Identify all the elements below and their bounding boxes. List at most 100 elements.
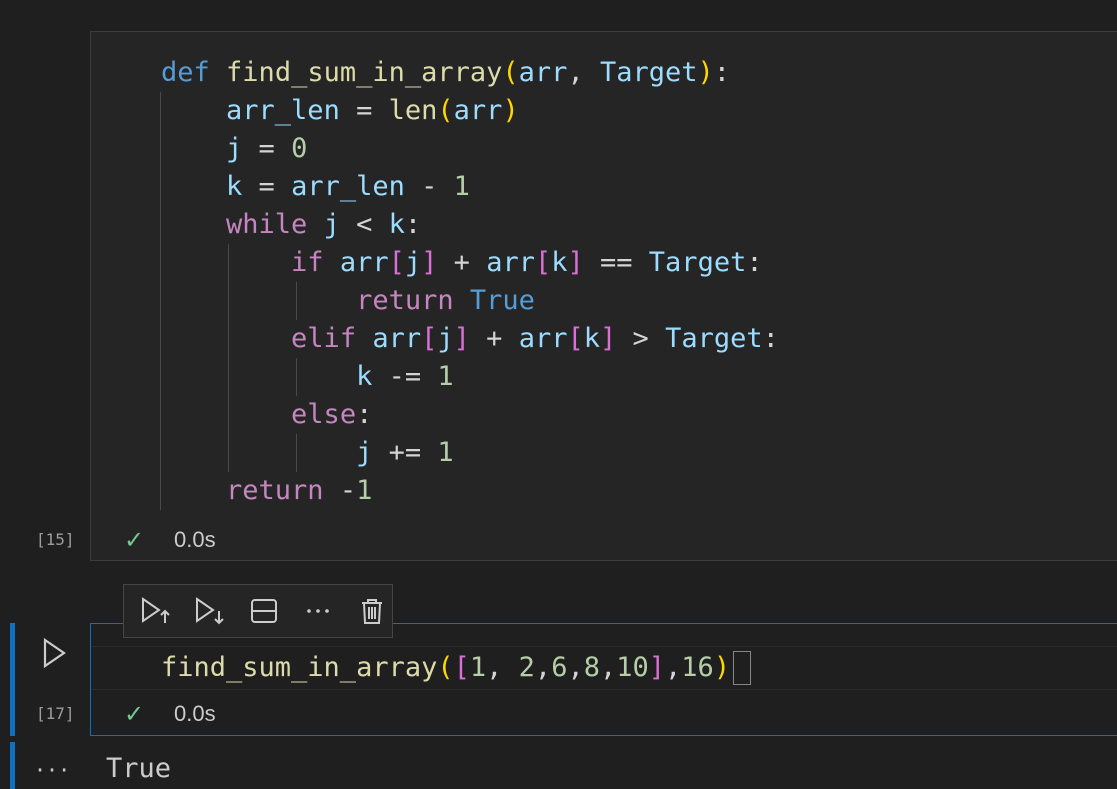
code-token: else: [291, 399, 357, 430]
code-token: k: [226, 171, 243, 202]
code-token: =: [339, 95, 389, 126]
code-token: 1: [469, 652, 487, 683]
code-token: 1: [453, 171, 470, 202]
code-token: ,: [599, 652, 617, 683]
code-token: find_sum_in_array: [161, 652, 438, 683]
code-token: +=: [372, 437, 438, 468]
code-token: len: [388, 95, 438, 126]
success-check-icon: ✓: [124, 526, 145, 554]
cell-toolbar: [123, 584, 393, 638]
code-token: while: [226, 209, 308, 240]
execution-count: [17]: [36, 704, 75, 723]
code-token: find_sum_in_array: [226, 57, 503, 88]
code-token: ): [502, 95, 519, 126]
success-check-icon: ✓: [124, 700, 145, 728]
code-token: def: [161, 57, 210, 88]
code-token: ,: [665, 652, 682, 683]
code-token: 8: [583, 652, 600, 683]
code-token: 0: [291, 133, 308, 164]
code-token: j: [356, 437, 373, 468]
code-line: arr_len = len(arr): [161, 92, 779, 130]
code-token: 1: [356, 475, 373, 506]
code-token: k: [388, 209, 405, 240]
cell-output: True: [106, 753, 172, 784]
code-token: j: [437, 323, 454, 354]
code-cell-1[interactable]: def find_sum_in_array(arr, Target): arr_…: [90, 31, 1117, 561]
code-token: +: [469, 323, 519, 354]
code-token: ): [713, 652, 731, 683]
code-token: (: [437, 95, 454, 126]
delete-icon[interactable]: [352, 591, 392, 631]
code-token: [: [421, 323, 438, 354]
output-more-icon[interactable]: ···: [34, 758, 70, 782]
code-token: (: [437, 652, 454, 683]
code-token: ,: [534, 652, 552, 683]
code-token: 1: [437, 361, 454, 392]
bracket-match-highlight: [733, 651, 751, 685]
run-cell-button[interactable]: [40, 636, 70, 670]
code-token: Target: [665, 323, 763, 354]
code-token: k: [551, 247, 568, 278]
code-line: else:: [161, 396, 779, 434]
code-token: ]: [567, 247, 584, 278]
code-token: [: [534, 247, 552, 278]
code-line: j += 1: [161, 434, 779, 472]
code-token: :: [356, 399, 373, 430]
code-token: True: [469, 285, 535, 316]
execution-time: 0.0s: [174, 701, 216, 726]
code-token: ,: [486, 652, 519, 683]
code-token: arr: [339, 247, 389, 278]
execute-below-icon[interactable]: [190, 591, 230, 631]
code-token: j: [323, 209, 340, 240]
code-editor[interactable]: def find_sum_in_array(arr, Target): arr_…: [161, 54, 779, 510]
code-token: j: [404, 247, 422, 278]
code-token: k: [356, 361, 373, 392]
code-token: return: [226, 475, 324, 506]
code-token: 1: [437, 437, 454, 468]
code-token: if: [291, 247, 324, 278]
code-token: arr: [453, 95, 503, 126]
code-token: <: [339, 209, 389, 240]
split-cell-icon[interactable]: [244, 591, 284, 631]
more-icon[interactable]: [298, 591, 338, 631]
code-token: -=: [372, 361, 438, 392]
code-token: ]: [421, 247, 438, 278]
code-token: ]: [453, 323, 470, 354]
code-line: elif arr[j] + arr[k] > Target:: [161, 320, 779, 358]
code-line: find_sum_in_array([1, 2,6,8,10],16): [161, 649, 730, 687]
code-token: ): [697, 57, 714, 88]
code-token: 6: [551, 652, 568, 683]
execute-above-icon[interactable]: [136, 591, 176, 631]
code-token: -: [323, 475, 357, 506]
code-line: def find_sum_in_array(arr, Target):: [161, 54, 779, 92]
code-token: 16: [681, 652, 714, 683]
code-token: [: [567, 323, 584, 354]
execution-time: 0.0s: [174, 527, 216, 552]
code-token: k: [583, 323, 601, 354]
code-token: [: [388, 247, 405, 278]
output-indicator: [10, 742, 15, 789]
code-line: return True: [161, 282, 779, 320]
code-line: while j < k:: [161, 206, 779, 244]
code-token: -: [404, 171, 454, 202]
code-cell-2[interactable]: find_sum_in_array([1, 2,6,8,10],16): [90, 623, 1117, 736]
code-token: return: [356, 285, 454, 316]
code-editor[interactable]: find_sum_in_array([1, 2,6,8,10],16): [91, 646, 1117, 690]
code-line: if arr[j] + arr[k] == Target:: [161, 244, 779, 282]
code-token: arr: [486, 247, 535, 278]
code-token: Target: [599, 57, 698, 88]
code-token: =: [242, 133, 292, 164]
code-token: +: [437, 247, 487, 278]
code-token: :: [762, 323, 779, 354]
